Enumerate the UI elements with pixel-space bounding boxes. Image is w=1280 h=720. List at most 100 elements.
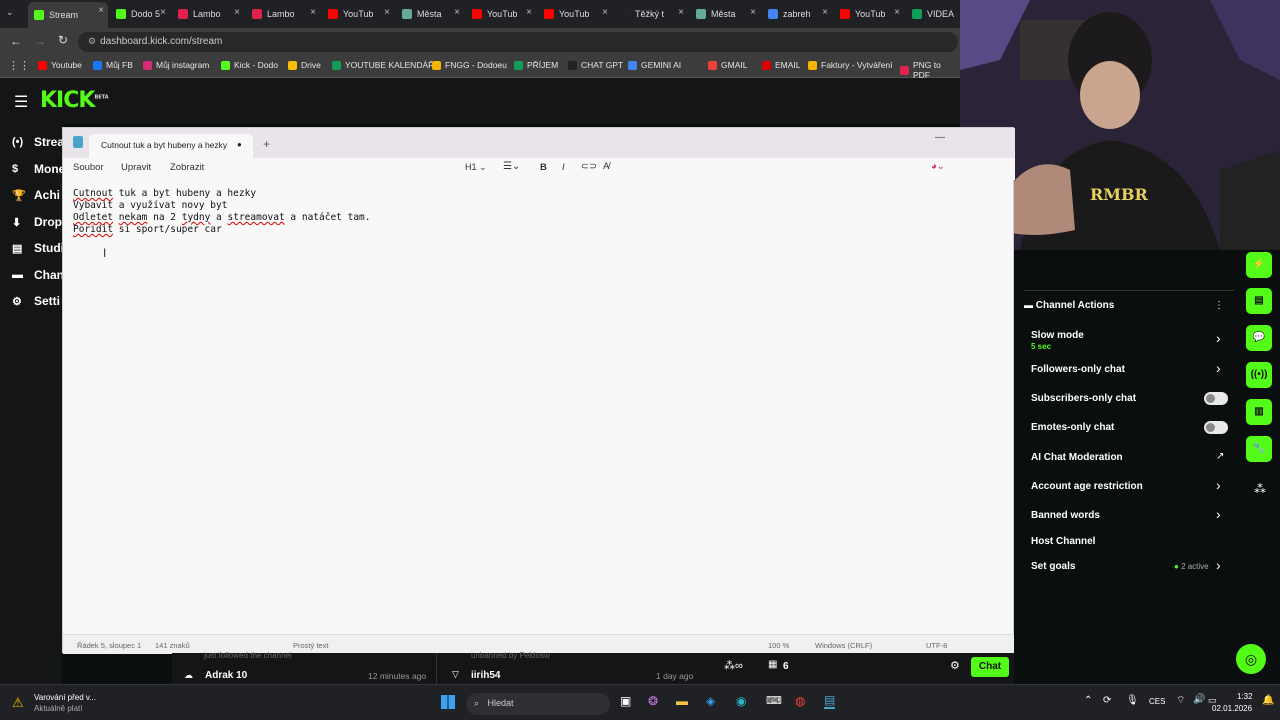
bookmark-item[interactable]: PŘÍJEM bbox=[514, 60, 558, 70]
browser-tab[interactable]: Města × bbox=[690, 4, 760, 24]
channel-action-row[interactable]: Set goals ● 2 active › bbox=[1014, 557, 1234, 583]
clock-date[interactable]: 02.01.2026 bbox=[1212, 704, 1252, 713]
browser-tab[interactable]: Lambo × bbox=[172, 4, 244, 24]
clear-format-icon[interactable]: A̸ bbox=[603, 161, 609, 172]
bookmark-item[interactable]: Můj instagram bbox=[143, 60, 209, 70]
channel-action-row[interactable]: Subscribers-only chat bbox=[1014, 392, 1234, 415]
copilot-icon[interactable]: ◕⌄ bbox=[931, 161, 945, 172]
chevron-right-icon[interactable]: › bbox=[1216, 477, 1221, 493]
sidebar-item[interactable]: ⬇ Drops bbox=[12, 215, 69, 229]
channel-action-row[interactable]: Banned words › bbox=[1014, 506, 1234, 532]
bold-icon[interactable]: B bbox=[540, 162, 547, 173]
link-icon[interactable]: ⊂⊃ bbox=[581, 161, 597, 172]
warning-icon[interactable]: ⚠ bbox=[12, 695, 24, 711]
sidebar-item[interactable]: (•) Strea bbox=[12, 135, 64, 149]
chevron-right-icon[interactable]: › bbox=[1216, 557, 1221, 573]
browser-tab[interactable]: Města × bbox=[396, 4, 464, 24]
volume-icon[interactable]: 🔊 bbox=[1193, 694, 1205, 705]
more-options-icon[interactable]: ⋮ bbox=[1214, 300, 1224, 311]
support-button[interactable]: ◎ bbox=[1236, 644, 1266, 674]
chevron-right-icon[interactable]: › bbox=[1216, 330, 1221, 346]
bookmark-item[interactable]: PNG to PDF bbox=[900, 60, 960, 80]
chevron-right-icon[interactable]: › bbox=[1216, 506, 1221, 522]
channel-action-row[interactable]: Host Channel bbox=[1014, 536, 1234, 558]
tab-close-icon[interactable]: × bbox=[384, 7, 390, 18]
store-taskbar-icon[interactable]: ◈ bbox=[706, 694, 715, 708]
channel-action-row[interactable]: Account age restriction › bbox=[1014, 477, 1234, 503]
tab-close-icon[interactable]: × bbox=[98, 5, 104, 16]
bookmark-item[interactable]: CHAT GPT bbox=[568, 60, 623, 70]
channel-action-row[interactable]: Slow mode 5 sec › bbox=[1014, 330, 1234, 352]
tab-close-icon[interactable]: × bbox=[310, 7, 316, 18]
quick-action-layout-icon[interactable]: ▥ bbox=[1246, 399, 1272, 425]
sidebar-item[interactable]: 🏆 Achi bbox=[12, 188, 60, 202]
feed-item2-user[interactable]: iirih54 bbox=[471, 670, 500, 681]
tray-mic-icon[interactable]: 🎙 bbox=[1126, 695, 1139, 706]
language-indicator[interactable]: CES bbox=[1149, 697, 1165, 706]
channel-action-row[interactable]: AI Chat Moderation ↗ bbox=[1014, 451, 1234, 474]
kick-logo[interactable]: KICKBETA bbox=[40, 88, 109, 113]
explorer-icon[interactable]: ▬ bbox=[676, 694, 688, 708]
tab-close-icon[interactable]: × bbox=[678, 7, 684, 18]
task-view-icon[interactable]: ▣ bbox=[620, 694, 631, 708]
bookmark-item[interactable]: Drive bbox=[288, 60, 321, 70]
browser-tab[interactable]: Stream × bbox=[28, 2, 108, 28]
browser-tab[interactable]: Těžký t × bbox=[614, 4, 688, 24]
italic-icon[interactable]: I bbox=[562, 162, 565, 173]
status-zoom[interactable]: 100 % bbox=[768, 641, 789, 650]
bookmark-item[interactable]: Kick - Dodo bbox=[221, 60, 278, 70]
taskbar-search[interactable]: ⌕ Hledat bbox=[466, 693, 610, 715]
menu-zobrazit[interactable]: Zobrazit bbox=[170, 162, 204, 173]
forward-icon[interactable]: → bbox=[34, 34, 46, 48]
bookmark-item[interactable]: GEMINI AI bbox=[628, 60, 681, 70]
tab-close-icon[interactable]: × bbox=[454, 7, 460, 18]
channel-action-row[interactable]: Emotes-only chat bbox=[1014, 421, 1234, 444]
chat-button[interactable]: Chat bbox=[971, 657, 1009, 677]
quick-action-dots-icon[interactable]: ⁂ bbox=[1254, 482, 1266, 496]
quick-action-wrench-icon[interactable]: 🔧 bbox=[1246, 436, 1272, 462]
clock-time[interactable]: 1:32 bbox=[1237, 692, 1253, 701]
notifications-icon[interactable]: 🔔 bbox=[1262, 695, 1274, 706]
weather-warning-title[interactable]: Varování před v... bbox=[34, 693, 96, 702]
reload-icon[interactable]: ↻ bbox=[58, 33, 68, 47]
browser-tab[interactable]: YouTub × bbox=[538, 4, 612, 24]
tray-sync-icon[interactable]: ⟳ bbox=[1103, 695, 1111, 706]
bookmark-item[interactable]: Faktury - Vytváření bbox=[808, 60, 892, 70]
edge-icon[interactable]: ◉ bbox=[736, 694, 746, 708]
browser-tab[interactable]: VIDEA bbox=[906, 4, 958, 24]
sidebar-item[interactable]: $ Mone bbox=[12, 162, 65, 176]
tab-close-icon[interactable]: × bbox=[526, 7, 532, 18]
tab-list-chevron-icon[interactable]: ⌄ bbox=[6, 7, 14, 18]
bookmark-item[interactable]: EMAIL bbox=[762, 60, 801, 70]
wifi-icon[interactable]: ⌔ bbox=[1176, 694, 1185, 707]
url-field[interactable]: ⚙ dashboard.kick.com/stream bbox=[78, 32, 958, 52]
quick-action-bolt-icon[interactable]: ⚡ bbox=[1246, 252, 1272, 278]
bookmark-item[interactable]: Můj FB bbox=[93, 60, 133, 70]
menu-upravit[interactable]: Upravit bbox=[121, 162, 151, 173]
menu-icon[interactable]: ☰ bbox=[14, 92, 28, 112]
tab-close-icon[interactable]: × bbox=[750, 7, 756, 18]
browser-tab[interactable]: zabreh × bbox=[762, 4, 832, 24]
tab-close-icon[interactable]: × bbox=[160, 7, 166, 18]
copilot-taskbar-icon[interactable]: ❂ bbox=[648, 694, 658, 708]
chevron-right-icon[interactable]: › bbox=[1216, 360, 1221, 376]
channel-action-row[interactable]: Followers-only chat › bbox=[1014, 360, 1234, 386]
browser-tab[interactable]: YouTub × bbox=[466, 4, 536, 24]
bookmark-item[interactable]: YOUTUBE KALENDÁŘ bbox=[332, 60, 434, 70]
quick-action-doc-icon[interactable]: ▤ bbox=[1246, 288, 1272, 314]
browser-tab[interactable]: Lambo × bbox=[246, 4, 320, 24]
notepad-taskbar-icon[interactable]: ▤ bbox=[824, 693, 836, 709]
bookmark-item[interactable]: Youtube bbox=[38, 60, 82, 70]
sidebar-item[interactable]: ▬ Chan bbox=[12, 268, 64, 282]
tab-close-icon[interactable]: × bbox=[602, 7, 608, 18]
new-tab-icon[interactable]: + bbox=[263, 137, 270, 151]
tab-close-icon[interactable]: × bbox=[234, 7, 240, 18]
browser-tab[interactable]: Dodo 5 × bbox=[110, 4, 170, 24]
toggle-switch[interactable] bbox=[1204, 421, 1228, 434]
browser-tab[interactable]: YouTub × bbox=[834, 4, 904, 24]
toggle-switch[interactable] bbox=[1204, 392, 1228, 405]
back-icon[interactable]: ← bbox=[10, 34, 22, 48]
sidebar-item[interactable]: ▤ Studi bbox=[12, 241, 64, 255]
external-link-icon[interactable]: ↗ bbox=[1216, 451, 1224, 462]
bookmark-item[interactable]: FNGG - Dodoeu bbox=[432, 60, 507, 70]
